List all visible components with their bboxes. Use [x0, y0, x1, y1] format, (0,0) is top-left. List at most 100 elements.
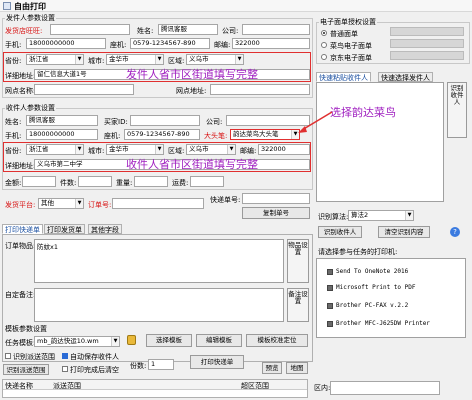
- printer-name: Brother MFC-J625DW Printer: [336, 320, 430, 327]
- lock-icon[interactable]: [127, 335, 136, 345]
- tab-select-sender[interactable]: 快速选择发件人: [378, 72, 433, 82]
- receiver-mobile-input[interactable]: 18000000000: [26, 129, 98, 140]
- identify-algo-value: 算法2: [351, 211, 369, 219]
- identify-receiver-button[interactable]: 识别收件人: [318, 226, 362, 238]
- refresh-range-label: 识别派送范围: [13, 353, 55, 361]
- sender-zip-input[interactable]: 322000: [232, 38, 310, 49]
- printer-row[interactable]: Brother MFC-J625DW Printer: [327, 319, 430, 328]
- clear-after-print-checkbox[interactable]: [62, 366, 68, 372]
- sender-name-label: 姓名:: [137, 27, 154, 35]
- receiver-name-label: 姓名:: [5, 118, 22, 126]
- printer-icon: [327, 320, 333, 327]
- order-no-label: 订单号:: [88, 201, 112, 209]
- auth-bar-1[interactable]: [390, 27, 464, 36]
- freight-input[interactable]: [190, 176, 224, 187]
- printer-row[interactable]: Brother PC-FAX v.2.2: [327, 301, 408, 310]
- amount-input[interactable]: [22, 176, 56, 187]
- copies-input[interactable]: 1: [148, 359, 174, 370]
- pieces-label: 件数:: [60, 179, 77, 187]
- sender-company-input[interactable]: [242, 24, 310, 35]
- receiver-mobile-label: 手机:: [5, 132, 22, 140]
- inner-area-input[interactable]: [330, 381, 440, 395]
- col-delivery-range: 派送范围: [53, 382, 81, 390]
- identify-algo-select[interactable]: 算法2 ▼: [348, 210, 414, 221]
- tracking-input[interactable]: [242, 193, 310, 204]
- printer-name: Microsoft Print to PDF: [336, 284, 416, 291]
- printer-list[interactable]: Send To OneNote 2016 Microsoft Print to …: [316, 258, 466, 338]
- radio-jd[interactable]: [321, 54, 327, 60]
- sender-name-input[interactable]: 腾讯客服: [158, 24, 218, 35]
- window-title: 自由打印: [14, 2, 46, 11]
- auth-group-label: 电子面单授权设置: [319, 17, 377, 27]
- autosave-receiver-label: 自动保存收件人: [70, 353, 119, 361]
- auth-bar-3[interactable]: [390, 51, 464, 60]
- task-template-value: mb_韵达快运10.wm: [37, 337, 99, 345]
- order-goods-text[interactable]: 防蚊x1: [34, 239, 284, 283]
- buyer-id-input[interactable]: [130, 115, 200, 126]
- sender-tel-input[interactable]: 0579-1234567-890: [130, 38, 210, 49]
- tab-print-delivery[interactable]: 打印发货单: [44, 224, 85, 234]
- calibrate-template-button[interactable]: 模板校准定位: [246, 334, 308, 347]
- col-express-name: 快递名称: [5, 382, 33, 390]
- note-settings-button[interactable]: 备注设置: [287, 288, 309, 322]
- auth-bar-2[interactable]: [390, 39, 464, 48]
- goods-settings-button[interactable]: 物品设置: [287, 239, 309, 283]
- select-template-button[interactable]: 选择模板: [146, 334, 192, 347]
- arrow-icon: [298, 111, 333, 133]
- preview-button[interactable]: 预览: [262, 362, 282, 374]
- help-icon[interactable]: ?: [450, 227, 460, 237]
- refresh-range-checkbox[interactable]: [5, 353, 11, 359]
- identify-algo-label: 识别算法:: [318, 213, 349, 221]
- bigpen-label: 大头笔:: [204, 132, 228, 140]
- weight-label: 重量:: [116, 179, 133, 187]
- radio-normal-label: 普通面单: [330, 30, 358, 38]
- tracking-label: 快递单号:: [210, 196, 241, 204]
- printer-row[interactable]: Send To OneNote 2016: [327, 267, 408, 276]
- order-no-input[interactable]: [112, 198, 204, 209]
- platform-select[interactable]: 其他 ▼: [38, 198, 84, 209]
- site-name-input[interactable]: [34, 84, 134, 95]
- receiver-tel-label: 座机:: [104, 132, 121, 140]
- clear-after-print-label: 打印完成后清空: [70, 366, 119, 374]
- radio-jd-label: 京东电子面单: [330, 54, 372, 62]
- weight-input[interactable]: [134, 176, 168, 187]
- printer-row[interactable]: Microsoft Print to PDF: [327, 283, 415, 292]
- identify-receiver-side-button[interactable]: 识别收件人: [447, 82, 467, 138]
- tab-print-express[interactable]: 打印快递单: [2, 224, 43, 234]
- receiver-group-label: 收件人参数设置: [5, 103, 56, 113]
- custom-note-text[interactable]: [34, 288, 284, 322]
- autosave-receiver-checkbox[interactable]: [62, 353, 68, 359]
- platform-value: 其他: [41, 199, 54, 207]
- site-addr-input[interactable]: [210, 84, 310, 95]
- copy-tracking-button[interactable]: 复制单号: [242, 207, 310, 219]
- identify-range-button[interactable]: 识别派送范围: [3, 364, 49, 375]
- order-goods-label: 订单物品:: [5, 242, 36, 250]
- platform-label: 发货平台:: [5, 201, 36, 209]
- radio-cainiao[interactable]: [321, 42, 327, 48]
- task-template-label: 任务模板:: [5, 339, 36, 347]
- sender-mobile-label: 手机:: [5, 41, 22, 49]
- sender-mobile-input[interactable]: 18000000000: [26, 38, 106, 49]
- tab-paste-receiver[interactable]: 快速粘贴收件人: [316, 72, 371, 82]
- receiver-tel-input[interactable]: 0579-1234567-890: [124, 129, 200, 140]
- bigpen-value: 韵达菜鸟大头笔: [233, 130, 279, 138]
- paste-receiver-text[interactable]: [316, 82, 444, 202]
- printer-icon: [327, 268, 333, 275]
- clear-identify-button[interactable]: 清空识别内容: [378, 226, 430, 238]
- receiver-name-input[interactable]: 腾讯客服: [26, 115, 98, 126]
- template-group-label: 模板参数设置: [5, 325, 47, 333]
- sender-overlay-note: 发件人省市区街道填写完整: [126, 68, 258, 81]
- radio-normal[interactable]: [321, 30, 327, 36]
- tab-other-fields[interactable]: 其他字段: [88, 224, 122, 234]
- task-template-select[interactable]: mb_韵达快运10.wm ▼: [34, 336, 120, 347]
- site-name-label: 网点名称:: [5, 87, 36, 95]
- pieces-input[interactable]: [78, 176, 112, 187]
- map-button[interactable]: 地图: [286, 362, 308, 374]
- bigpen-select[interactable]: 韵达菜鸟大头笔 ▼: [230, 129, 300, 140]
- shop-input[interactable]: [50, 24, 130, 35]
- print-express-button[interactable]: 打印快递单: [190, 355, 244, 369]
- custom-note-label: 自定备注:: [5, 291, 36, 299]
- edit-template-button[interactable]: 编辑模板: [196, 334, 242, 347]
- amount-label: 金额:: [5, 179, 22, 187]
- shop-label: 发货店旺旺:: [5, 27, 43, 35]
